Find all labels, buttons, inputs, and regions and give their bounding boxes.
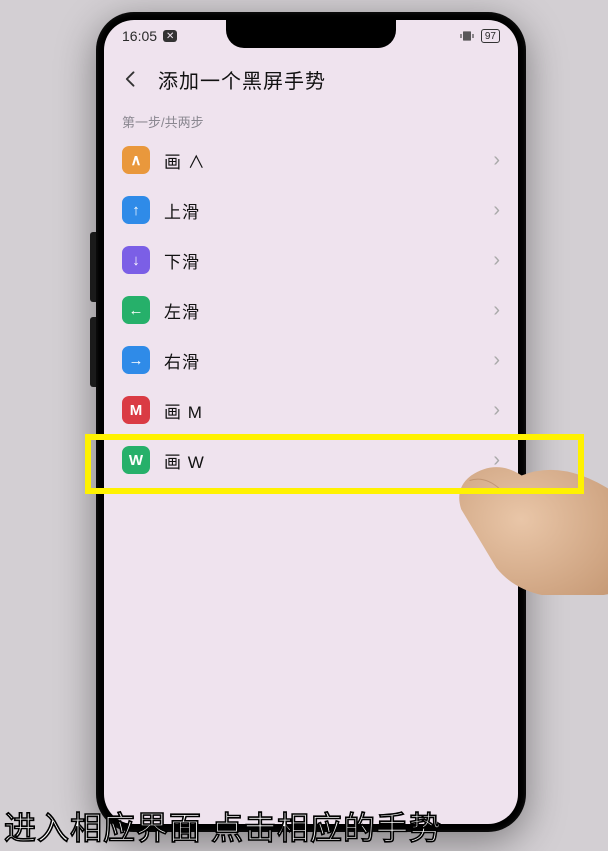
arrow-right-icon: → — [122, 346, 150, 374]
gesture-list: ∧画 ∧›↑上滑›↓下滑›←左滑›→右滑›M画 M›W画 W› — [104, 135, 518, 485]
screen: 16:05 ✕ 97 添加一个黑屏手势 第一步/共两步 ∧画 ∧›↑上滑›↓下 — [104, 20, 518, 824]
back-button[interactable] — [114, 62, 148, 96]
gesture-row-draw-w[interactable]: W 画 W› — [104, 435, 518, 485]
chevron-right-icon: › — [493, 399, 500, 422]
phone-frame: 16:05 ✕ 97 添加一个黑屏手势 第一步/共两步 ∧画 ∧›↑上滑›↓下 — [96, 12, 526, 832]
arrow-left-icon: ← — [122, 296, 150, 324]
gesture-label: 下滑 — [164, 248, 493, 273]
gesture-label: 右滑 — [164, 348, 493, 373]
chevron-right-icon: › — [493, 299, 500, 322]
battery-icon: 97 — [481, 29, 500, 43]
gesture-row-draw-m[interactable]: M 画 M› — [104, 385, 518, 435]
arrow-down-icon: ↓ — [122, 246, 150, 274]
gesture-row-swipe-right[interactable]: → 右滑› — [104, 335, 518, 385]
step-label: 第一步/共两步 — [104, 106, 518, 135]
volume-up-hw — [90, 232, 96, 302]
chevron-right-icon: › — [493, 249, 500, 272]
chevron-right-icon: › — [493, 349, 500, 372]
gesture-row-swipe-left[interactable]: ← 左滑› — [104, 285, 518, 335]
chevron-right-icon: › — [493, 149, 500, 172]
dnd-icon: ✕ — [163, 30, 177, 42]
volume-down-hw — [90, 317, 96, 387]
status-time: 16:05 — [122, 28, 157, 44]
letter-w-icon: W — [122, 446, 150, 474]
gesture-label: 上滑 — [164, 198, 493, 223]
gesture-label: 左滑 — [164, 298, 493, 323]
gesture-row-swipe-down[interactable]: ↓ 下滑› — [104, 235, 518, 285]
gesture-row-swipe-up[interactable]: ↑ 上滑› — [104, 185, 518, 235]
notch — [226, 20, 396, 48]
app-header: 添加一个黑屏手势 — [104, 52, 518, 106]
chevron-right-icon: › — [493, 449, 500, 472]
video-caption: 进入相应界面 点击相应的手势 — [0, 803, 608, 851]
chevron-right-icon: › — [493, 199, 500, 222]
arrow-up-icon: ↑ — [122, 196, 150, 224]
battery-text: 97 — [485, 31, 496, 42]
letter-m-icon: M — [122, 396, 150, 424]
gesture-row-draw-caret[interactable]: ∧ 画 ∧› — [104, 135, 518, 185]
caret-icon: ∧ — [122, 146, 150, 174]
vibrate-icon — [459, 28, 475, 44]
page-title: 添加一个黑屏手势 — [158, 65, 326, 94]
chevron-left-icon — [121, 69, 141, 89]
gesture-label: 画 ∧ — [164, 148, 493, 173]
gesture-label: 画 M — [164, 398, 493, 423]
gesture-label: 画 W — [164, 448, 493, 473]
